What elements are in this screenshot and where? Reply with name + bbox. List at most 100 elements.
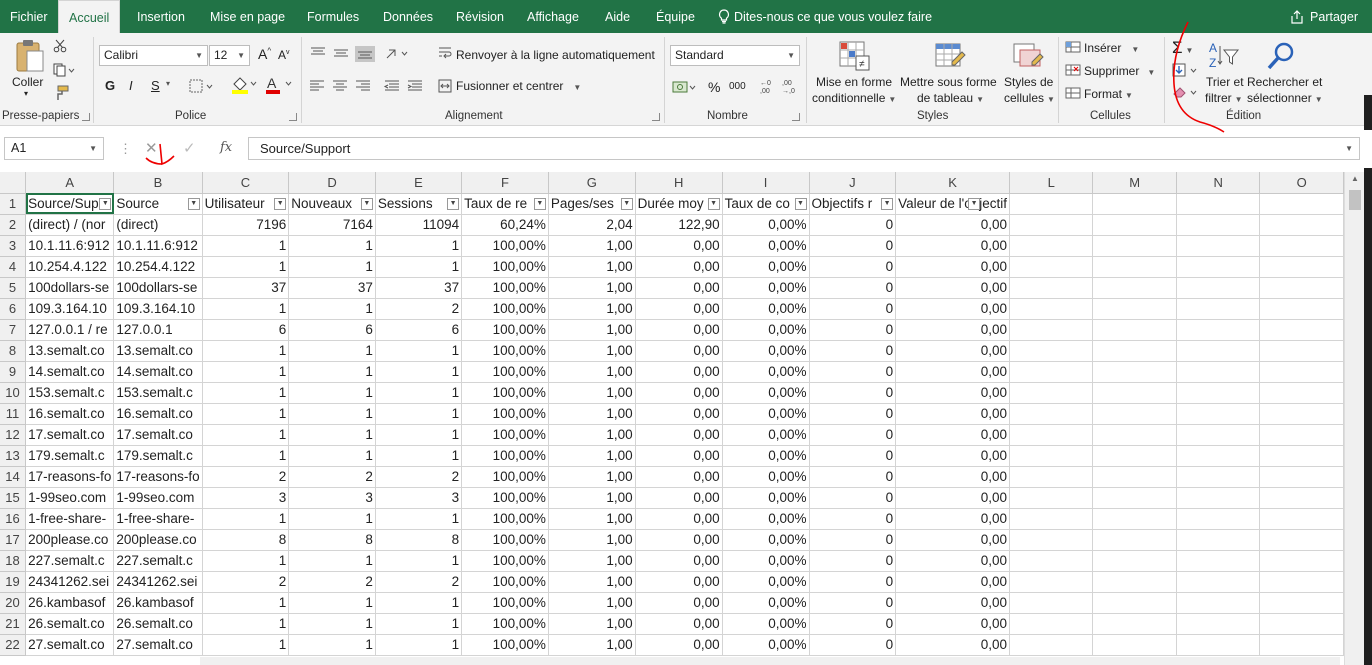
cell[interactable]: 1 xyxy=(202,340,290,362)
cell[interactable] xyxy=(1009,214,1094,236)
cell[interactable]: 0,00 xyxy=(635,340,723,362)
cell[interactable]: 27.semalt.co xyxy=(113,634,203,656)
column-header[interactable]: H xyxy=(635,172,723,194)
cell[interactable]: 7164 xyxy=(288,214,376,236)
cell[interactable]: 1 xyxy=(202,403,290,425)
cell[interactable]: 0,00% xyxy=(722,403,810,425)
cell[interactable]: 0,00 xyxy=(635,508,723,530)
header-cell[interactable]: Source/Sup ▼ xyxy=(25,193,115,215)
cell[interactable]: (direct) / (nor xyxy=(25,214,115,236)
cell[interactable]: 8 xyxy=(375,529,463,551)
row-header[interactable]: 4 xyxy=(0,256,27,278)
tab--quipe[interactable]: Équipe xyxy=(656,0,695,33)
cell[interactable]: 0,00 xyxy=(895,277,1011,299)
cell[interactable] xyxy=(1176,361,1261,383)
column-header[interactable]: K xyxy=(895,172,1011,194)
cell[interactable]: 2,04 xyxy=(548,214,636,236)
filter-dropdown-icon[interactable]: ▼ xyxy=(620,197,633,210)
cell[interactable]: 1 xyxy=(375,361,463,383)
cell[interactable] xyxy=(1176,256,1261,278)
column-header[interactable]: D xyxy=(288,172,376,194)
cell[interactable]: 0 xyxy=(809,508,897,530)
cell[interactable]: 0,00 xyxy=(895,445,1011,467)
cell[interactable]: 1 xyxy=(375,424,463,446)
cell[interactable]: 0,00% xyxy=(722,445,810,467)
cell[interactable]: 11094 xyxy=(375,214,463,236)
cell[interactable]: 0,00 xyxy=(635,403,723,425)
cell[interactable]: 122,90 xyxy=(635,214,723,236)
cell[interactable] xyxy=(1009,382,1094,404)
select-all-corner[interactable] xyxy=(0,172,27,194)
cell[interactable]: 10.1.11.6:912 xyxy=(113,235,203,257)
cell[interactable]: 1 xyxy=(202,445,290,467)
conditional-formatting-icon[interactable]: ≠ xyxy=(838,40,870,74)
cell[interactable]: 16.semalt.co xyxy=(113,403,203,425)
tab-mise-en-page[interactable]: Mise en page xyxy=(210,0,285,33)
cell[interactable]: 1,00 xyxy=(548,487,636,509)
cell[interactable]: 153.semalt.c xyxy=(25,382,115,404)
cell-styles-icon[interactable] xyxy=(1012,40,1044,72)
tab-insertion[interactable]: Insertion xyxy=(137,0,185,33)
row-header[interactable]: 19 xyxy=(0,571,27,593)
header-cell[interactable]: Valeur de l'objectif ▼ xyxy=(895,193,1011,215)
cell[interactable]: 1 xyxy=(288,403,376,425)
row-header[interactable]: 9 xyxy=(0,361,27,383)
cell[interactable]: 0,00 xyxy=(635,424,723,446)
merge-center-icon[interactable] xyxy=(438,79,452,93)
cell[interactable]: 3 xyxy=(288,487,376,509)
cell[interactable]: 0,00% xyxy=(722,277,810,299)
cell[interactable]: 0,00% xyxy=(722,508,810,530)
cell[interactable] xyxy=(1259,508,1344,530)
cell[interactable] xyxy=(1176,214,1261,236)
header-cell[interactable]: Nouveaux ▼ xyxy=(288,193,376,215)
formula-input[interactable]: Source/Support ▼ xyxy=(248,137,1360,160)
cell[interactable]: 1,00 xyxy=(548,277,636,299)
cell[interactable]: 0,00 xyxy=(895,361,1011,383)
cell[interactable]: 0,00 xyxy=(895,319,1011,341)
conditional-formatting-button[interactable]: conditionnelle ▼ xyxy=(812,91,896,105)
insert-cells-button[interactable]: Insérer ▼ xyxy=(1084,41,1139,55)
cell[interactable]: 0,00% xyxy=(722,361,810,383)
cell[interactable]: 1 xyxy=(375,235,463,257)
cell[interactable]: 0,00 xyxy=(895,613,1011,635)
cell[interactable]: 6 xyxy=(375,319,463,341)
cell[interactable] xyxy=(1009,550,1094,572)
filter-dropdown-icon[interactable]: ▼ xyxy=(533,197,546,210)
cell[interactable] xyxy=(1176,403,1261,425)
cell[interactable]: 1 xyxy=(202,508,290,530)
paste-label[interactable]: Coller xyxy=(12,75,43,89)
cell[interactable] xyxy=(1176,592,1261,614)
vertical-align-icons[interactable] xyxy=(309,46,419,62)
cell[interactable]: 200please.co xyxy=(25,529,115,551)
cell[interactable]: 0,00% xyxy=(722,529,810,551)
cell[interactable]: 100,00% xyxy=(461,340,549,362)
column-header[interactable]: N xyxy=(1176,172,1261,194)
cell[interactable]: 10.254.4.122 xyxy=(25,256,115,278)
cell[interactable] xyxy=(1092,361,1177,383)
number-format-select[interactable]: Standard ▼ xyxy=(670,45,800,66)
find-select-label-1[interactable]: Rechercher et xyxy=(1247,75,1322,89)
cell[interactable]: 1 xyxy=(288,235,376,257)
cell[interactable] xyxy=(1009,634,1094,656)
cell[interactable]: 0 xyxy=(809,319,897,341)
cell[interactable]: 1,00 xyxy=(548,298,636,320)
tab-donn-es[interactable]: Données xyxy=(383,0,433,33)
cell[interactable] xyxy=(1092,445,1177,467)
cell[interactable] xyxy=(1009,592,1094,614)
cell[interactable]: 100,00% xyxy=(461,256,549,278)
header-cell[interactable] xyxy=(1176,193,1261,215)
filter-dropdown-icon[interactable]: ▼ xyxy=(187,197,200,210)
cell[interactable]: 37 xyxy=(202,277,290,299)
cell[interactable]: 0 xyxy=(809,298,897,320)
cell[interactable]: 0,00% xyxy=(722,592,810,614)
column-header[interactable]: A xyxy=(25,172,115,194)
tab-aide[interactable]: Aide xyxy=(605,0,630,33)
cell[interactable]: 1,00 xyxy=(548,403,636,425)
tab-formules[interactable]: Formules xyxy=(307,0,359,33)
sort-filter-label-1[interactable]: Trier et xyxy=(1206,75,1244,89)
cell[interactable]: 8 xyxy=(202,529,290,551)
cell[interactable] xyxy=(1259,466,1344,488)
cell[interactable]: 0 xyxy=(809,424,897,446)
cell[interactable] xyxy=(1092,403,1177,425)
cell[interactable]: 2 xyxy=(375,466,463,488)
